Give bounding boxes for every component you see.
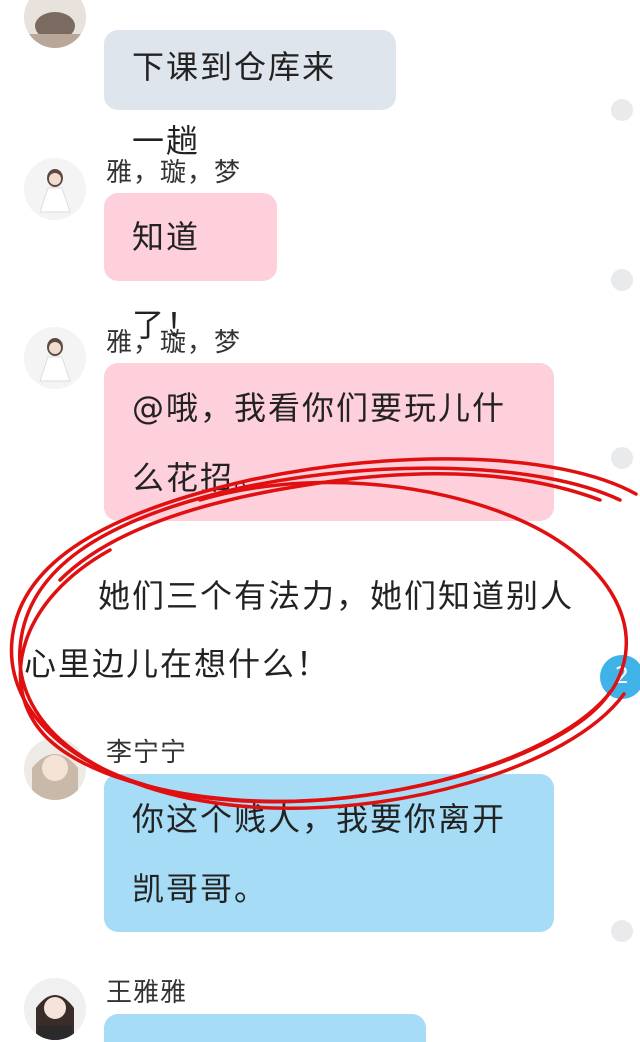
avatar[interactable]: [24, 158, 86, 220]
narration-text: 她们三个有法力，她们知道别人心里边儿在想什么！: [24, 577, 575, 683]
sender-name: 王雅雅: [106, 978, 188, 1008]
message-bubble[interactable]: 知道了！: [104, 193, 277, 344]
message-text: 你这个贱人，我要你离开凯哥哥。: [132, 800, 507, 908]
sender-name: 雅，璇，梦: [106, 328, 242, 358]
sender-name: 雅，璇，梦: [106, 158, 242, 188]
avatar[interactable]: [24, 327, 86, 389]
message-bubble[interactable]: 你这个贱人，我要你离开凯哥哥。: [104, 774, 554, 932]
message-bubble[interactable]: [104, 1014, 426, 1042]
message-text: @哦，我看你们要玩儿什么花招。: [132, 389, 507, 497]
chat-screen: 下课到仓库来一趟 雅，璇，梦 知道了！ 雅，璇，梦 @哦，我看你们要玩儿什么花招…: [0, 0, 640, 1042]
avatar[interactable]: [24, 0, 86, 48]
message-bubble[interactable]: 下课到仓库来一趟: [104, 30, 396, 160]
message-bubble[interactable]: @哦，我看你们要玩儿什么花招。: [104, 363, 554, 521]
avatar[interactable]: [24, 978, 86, 1040]
read-indicator: [611, 447, 633, 469]
message-text: 下课到仓库来一趟: [132, 48, 337, 160]
avatar[interactable]: [24, 738, 86, 800]
unread-count-badge[interactable]: 2: [600, 655, 640, 699]
sender-name: 李宁宁: [106, 738, 188, 768]
read-indicator: [611, 269, 633, 291]
read-indicator: [611, 99, 633, 121]
read-indicator: [611, 920, 633, 942]
